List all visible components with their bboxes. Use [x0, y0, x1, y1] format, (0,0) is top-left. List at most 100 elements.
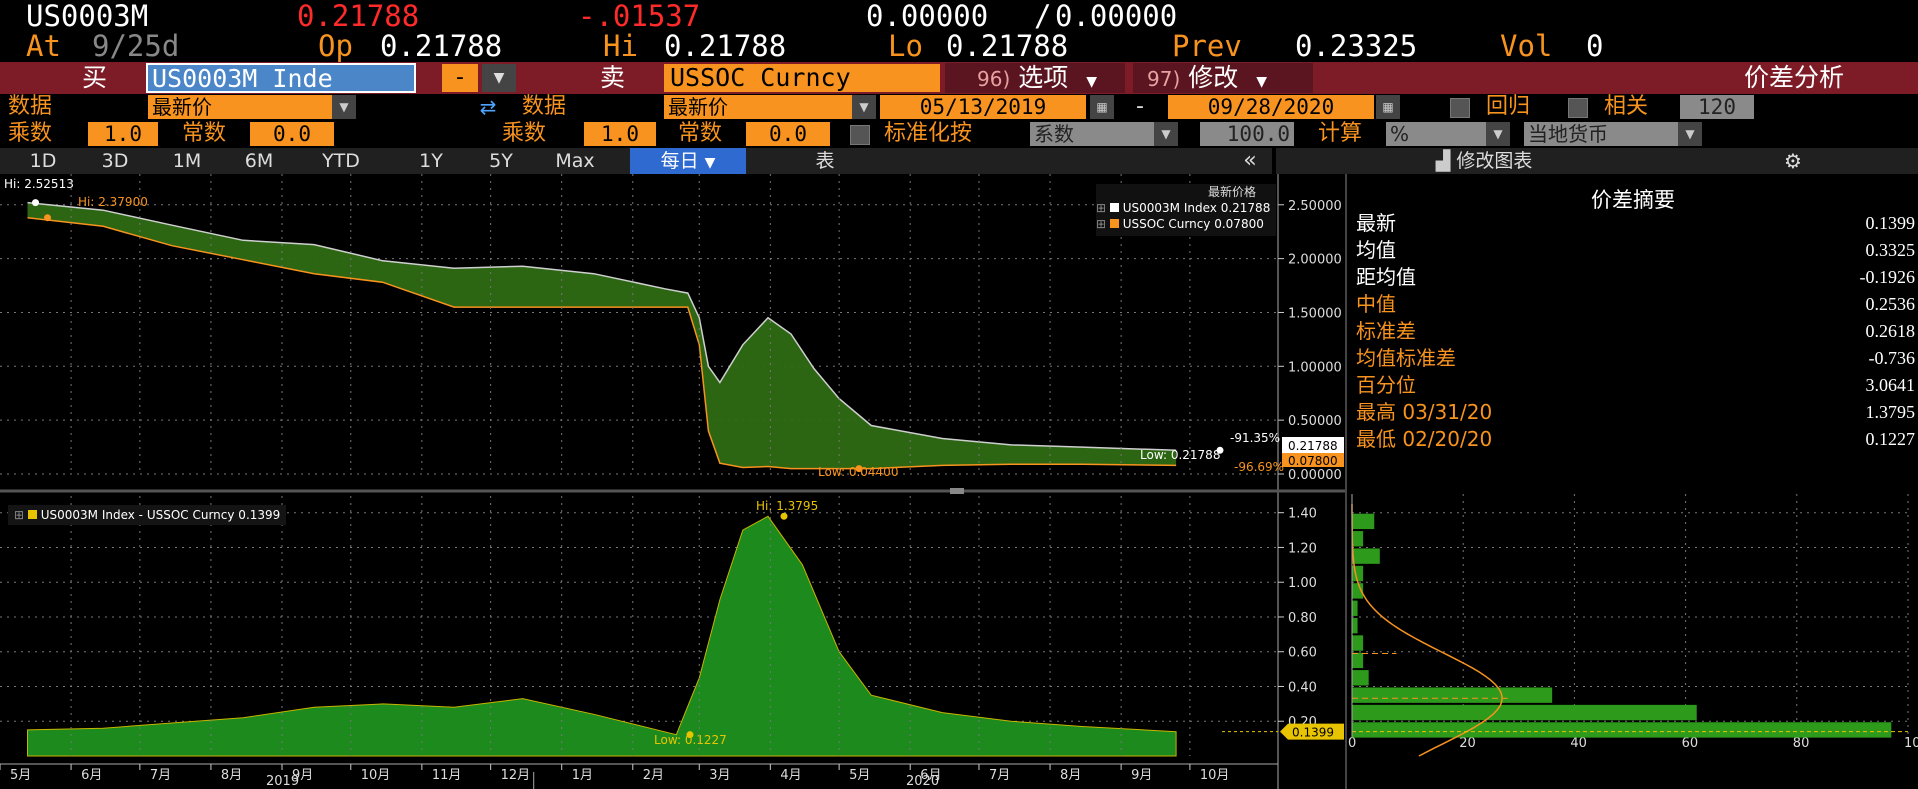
normalize-select[interactable]: 系数	[1030, 122, 1158, 146]
buy-security-input[interactable]: US0003M Inde	[146, 63, 416, 93]
summary-label: 均值标准差	[1356, 346, 1456, 370]
start-date-input[interactable]: 05/13/2019	[880, 95, 1086, 119]
period-tab-1m[interactable]: 1M	[152, 148, 222, 174]
edit-chart-button[interactable]: ▟ 修改图表	[1396, 148, 1572, 174]
gear-icon[interactable]: ⚙	[1778, 148, 1808, 174]
low-label: Lo	[888, 29, 923, 63]
x-month-label: 7月	[150, 768, 171, 783]
summary-value: 0.2536	[1865, 294, 1916, 314]
data-select-2[interactable]: 最新价	[664, 95, 876, 119]
y-tick-label: 0.80	[1288, 611, 1317, 626]
hi-marker	[32, 199, 40, 207]
edit-chart-label: 修改图表	[1456, 150, 1533, 172]
multiplier-input-2[interactable]: 1.0	[584, 122, 656, 146]
summary-value: 0.1399	[1865, 213, 1916, 233]
summary-value: 1.3795	[1865, 402, 1916, 422]
currency-chevron-icon[interactable]: ▼	[1678, 122, 1702, 146]
regression-checkbox[interactable]	[1450, 98, 1470, 118]
low-value: 0.21788	[946, 29, 1069, 63]
normalize-checkbox[interactable]	[850, 125, 870, 145]
period-tab-5y[interactable]: 5Y	[466, 148, 536, 174]
options-menu-button[interactable]: 96) 选项 ▼	[945, 63, 1125, 93]
calc-label: 计算	[1318, 121, 1363, 146]
start-calendar-icon[interactable]: ▦	[1090, 95, 1114, 119]
spread-low-label: Low: 0.1227	[654, 733, 727, 747]
options-menu-number: 96)	[977, 67, 1011, 91]
x-month-label: 8月	[221, 768, 242, 783]
y-tick-label: 1.00	[1288, 576, 1317, 591]
modify-menu-button[interactable]: 97) 修改 ▼	[1133, 63, 1313, 93]
x-month-label: 1月	[572, 768, 593, 783]
x-month-label: 10月	[1200, 768, 1230, 783]
multiplier-label-2: 乘数	[502, 121, 547, 146]
spread-hi-marker	[780, 512, 788, 520]
y-tick-label: 0.00000	[1288, 468, 1342, 483]
pane-resize-handle[interactable]	[950, 488, 964, 494]
hist-bar	[1352, 687, 1553, 703]
swap-arrows-icon[interactable]: ⇄	[470, 94, 506, 120]
spread-last-badge: 0.1399	[1292, 726, 1334, 740]
frequency-select[interactable]: 每日 ▼	[630, 148, 746, 174]
table-tab[interactable]: 表	[760, 148, 890, 174]
sell-security-input[interactable]: USSOC Curncy	[664, 64, 940, 92]
function-title: 价差分析	[1744, 63, 1845, 92]
at-label: At	[26, 29, 61, 63]
hist-bar	[1352, 704, 1697, 721]
regression-label: 回归	[1486, 94, 1531, 119]
period-tab-ytd[interactable]: YTD	[306, 148, 376, 174]
frequency-label: 每日	[660, 150, 699, 172]
ticker: US0003M	[26, 0, 149, 33]
calc-select[interactable]: %	[1386, 122, 1490, 146]
normalize-chevron-icon[interactable]: ▼	[1154, 122, 1178, 146]
hist-x-tick: 0	[1348, 736, 1356, 751]
buy-label: 买	[82, 63, 108, 92]
operator-dropdown-icon[interactable]: ▼	[482, 64, 516, 92]
net-change: -.01537	[578, 0, 701, 33]
operator-select[interactable]: -	[442, 64, 478, 92]
ask: 0.00000	[1055, 0, 1178, 33]
chart-edit-icon: ▟	[1435, 150, 1451, 172]
correlation-window-input[interactable]: 120	[1680, 95, 1754, 119]
constant-input-1[interactable]: 0.0	[250, 122, 334, 146]
data-select-1[interactable]: 最新价	[148, 95, 354, 119]
sell-label: 卖	[600, 63, 626, 92]
period-tab-max[interactable]: Max	[540, 148, 610, 174]
y-tick-label: 1.40	[1288, 507, 1317, 522]
summary-label: 最低 02/20/20	[1356, 427, 1493, 451]
y-tick-label: 1.00000	[1288, 360, 1342, 375]
data-select-2-chevron-icon[interactable]: ▼	[852, 95, 876, 119]
hist-bar	[1352, 548, 1380, 564]
period-tab-1y[interactable]: 1Y	[396, 148, 466, 174]
period-tab-3d[interactable]: 3D	[80, 148, 150, 174]
y-tick-label: 0.40	[1288, 680, 1317, 695]
constant-input-2[interactable]: 0.0	[746, 122, 830, 146]
modify-chevron-icon: ▼	[1256, 74, 1267, 90]
at-value: 9/25d	[92, 29, 180, 63]
correlation-checkbox[interactable]	[1568, 98, 1588, 118]
end-calendar-icon[interactable]: ▦	[1376, 95, 1400, 119]
hist-x-tick: 20	[1459, 736, 1476, 751]
y-tick-label: 1.50000	[1288, 306, 1342, 321]
modify-menu-label: 修改	[1188, 63, 1239, 92]
end-date-input[interactable]: 09/28/2020	[1168, 95, 1374, 119]
x-month-label: 10月	[361, 768, 391, 783]
multiplier-input-1[interactable]: 1.0	[88, 122, 158, 146]
period-tab-1d[interactable]: 1D	[8, 148, 78, 174]
high-value: 0.21788	[664, 29, 787, 63]
data-select-1-chevron-icon[interactable]: ▼	[332, 95, 356, 119]
period-tab-6m[interactable]: 6M	[224, 148, 294, 174]
x-month-label: 6月	[81, 768, 102, 783]
summary-label: 距均值	[1356, 265, 1416, 289]
summary-label: 最新	[1356, 211, 1396, 235]
calc-chevron-icon[interactable]: ▼	[1486, 122, 1510, 146]
collapse-icon[interactable]: «	[1230, 148, 1270, 174]
hist-bar	[1352, 722, 1892, 738]
hist-x-tick: 40	[1570, 736, 1587, 751]
pct-change-1: -91.35%	[1230, 431, 1280, 445]
hist-x-tick: 80	[1793, 736, 1810, 751]
summary-label: 最高 03/31/20	[1356, 400, 1493, 424]
currency-select[interactable]: 当地货币	[1524, 122, 1682, 146]
hist-x-tick: 60	[1682, 736, 1699, 751]
normalize-value-input[interactable]: 100.0	[1200, 122, 1294, 146]
hist-bar	[1352, 600, 1358, 616]
